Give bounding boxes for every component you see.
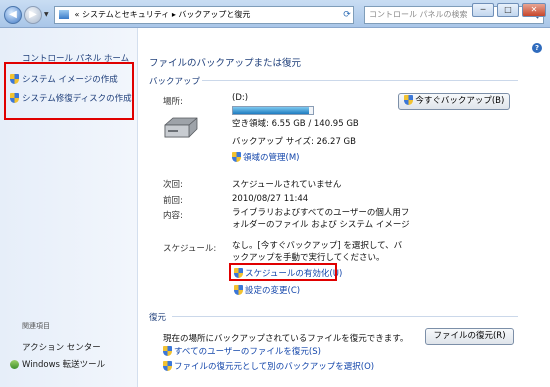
backup-now-button[interactable]: 今すぐバックアップ(B) (398, 93, 510, 110)
backup-section-heading: バックアップ (149, 77, 201, 87)
shield-icon (234, 285, 243, 295)
drive-icon (164, 117, 198, 138)
control-panel-icon (59, 10, 69, 19)
windows-easy-transfer-label[interactable]: Windows 転送ツール (22, 360, 105, 370)
free-space-text: 空き領域: 6.55 GB / 140.95 GB (232, 119, 359, 129)
change-settings-link[interactable]: 設定の変更(C) (234, 284, 300, 296)
shield-icon (163, 361, 172, 371)
location-value: (D:) (232, 93, 249, 103)
restore-files-button[interactable]: ファイルの復元(R) (425, 328, 514, 345)
restore-divider (172, 316, 518, 317)
forward-button[interactable]: ▶ (24, 6, 42, 24)
last-backup-label: 前回: (163, 196, 183, 206)
page-title: ファイルのバックアップまたは復元 (149, 58, 302, 69)
minimize-button[interactable]: ─ (472, 3, 494, 17)
search-placeholder: コントロール パネルの検索 (369, 10, 468, 19)
address-path[interactable]: システムとセキュリティ ▸ バックアップと復元 (82, 10, 250, 19)
disk-usage-fill (233, 107, 309, 114)
action-center-link[interactable]: アクション センター (22, 341, 101, 353)
close-button[interactable]: ✕ (522, 3, 546, 17)
highlight-box-left (4, 62, 134, 120)
shield-icon (163, 346, 172, 356)
restore-all-users-label[interactable]: すべてのユーザーのファイルを復元(S) (174, 347, 321, 357)
disk-usage-bar (232, 106, 314, 115)
restore-section-heading: 復元 (149, 313, 167, 323)
refresh-icon[interactable]: ⟳ (340, 7, 354, 23)
backup-now-label[interactable]: 今すぐバックアップ(B) (415, 96, 504, 106)
last-backup-value: 2010/08/27 11:44 (232, 194, 309, 204)
contents-label: 内容: (163, 211, 183, 221)
highlight-box-main (229, 263, 337, 281)
next-backup-label: 次回: (163, 180, 183, 190)
schedule-label: スケジュール: (163, 244, 217, 254)
backup-size-text: バックアップ サイズ: 26.27 GB (232, 137, 356, 147)
address-bar[interactable]: « システムとセキュリティ ▸ バックアップと復元 (54, 6, 354, 24)
location-label: 場所: (163, 97, 183, 107)
manage-space-link[interactable]: 領域の管理(M) (232, 151, 299, 163)
contents-value: ライブラリおよびすべてのユーザーの個人用フォルダーのファイル および システム … (232, 208, 410, 230)
windows-easy-transfer-link[interactable]: Windows 転送ツール (10, 358, 105, 370)
title-address-bar: ◀ ▶ ▼ « システムとセキュリティ ▸ バックアップと復元 ⟳ コントロール… (0, 0, 550, 28)
schedule-value: なし。[今すぐバックアップ] を選択して、バックアップを手動で実行してください。 (232, 241, 403, 263)
select-other-backup-link[interactable]: ファイルの復元元として別のバックアップを選択(O) (163, 360, 374, 372)
change-settings-label[interactable]: 設定の変更(C) (245, 286, 300, 296)
select-other-backup-label[interactable]: ファイルの復元元として別のバックアップを選択(O) (174, 362, 374, 372)
maximize-button[interactable]: □ (497, 3, 519, 17)
manage-space-label[interactable]: 領域の管理(M) (243, 153, 299, 163)
restore-all-users-link[interactable]: すべてのユーザーのファイルを復元(S) (163, 345, 321, 357)
back-button[interactable]: ◀ (4, 6, 22, 24)
related-heading: 関連項目 (22, 322, 50, 330)
backup-divider (202, 80, 518, 81)
help-icon[interactable]: ? (532, 43, 542, 53)
shield-icon (232, 152, 241, 162)
shield-icon (403, 95, 413, 105)
recent-pages-dropdown-icon[interactable]: ▼ (44, 11, 49, 18)
transfer-icon (10, 360, 19, 369)
next-backup-value: スケジュールされていません (232, 180, 342, 190)
restore-description: 現在の場所にバックアップされているファイルを復元できます。 (163, 334, 409, 344)
address-chevron[interactable]: « (75, 10, 80, 19)
